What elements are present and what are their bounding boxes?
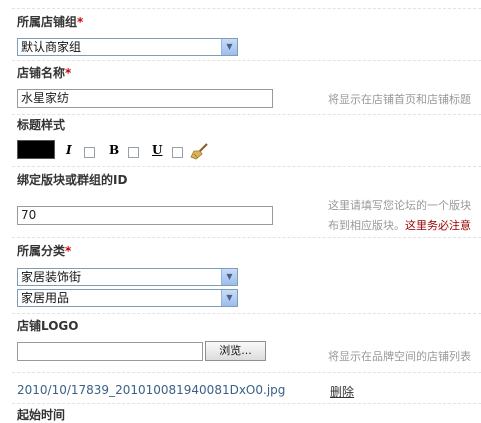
store-group-label: 所属店铺组* (17, 15, 84, 29)
row-divider (12, 372, 481, 373)
row-divider (12, 237, 481, 238)
logo-label: 店铺LOGO (17, 319, 79, 333)
row-divider (12, 166, 481, 167)
category-label: 所属分类* (17, 244, 72, 258)
required-mark: * (77, 15, 84, 29)
store-group-selected: 默认商家组 (21, 40, 82, 54)
delete-logo-link[interactable]: 删除 (330, 383, 354, 400)
chevron-down-icon[interactable]: ▼ (221, 39, 237, 55)
chevron-down-icon[interactable]: ▼ (221, 269, 237, 285)
store-name-input[interactable]: 水星家纺 (17, 89, 273, 108)
store-name-hint: 将显示在店铺首页和店铺标题 (328, 93, 471, 106)
underline-checkbox[interactable] (172, 147, 183, 158)
start-time-label: 起始时间 (17, 408, 66, 422)
broom-icon[interactable] (190, 142, 210, 160)
underline-label: U (152, 143, 163, 157)
browse-button[interactable]: 浏览... (205, 341, 266, 361)
store-group-select[interactable]: 默认商家组 ▼ (17, 38, 238, 56)
bind-id-label: 绑定版块或群组的ID (17, 173, 128, 187)
row-divider (12, 60, 481, 61)
row-divider (12, 8, 481, 9)
bind-id-input[interactable]: 70 (17, 206, 273, 225)
row-divider (12, 403, 481, 404)
row-divider (12, 313, 481, 314)
category-primary-selected: 家居装饰街 (21, 270, 82, 284)
italic-label: I (66, 143, 72, 157)
italic-checkbox[interactable] (84, 147, 95, 158)
current-logo-file-link[interactable]: 2010/10/17839_201010081940081DxO0.jpg (17, 383, 285, 397)
required-mark: * (65, 66, 72, 80)
bind-id-hint-line1: 这里请填写您论坛的一个版块 (328, 199, 471, 212)
title-style-label: 标题样式 (17, 118, 66, 132)
color-swatch[interactable] (17, 140, 55, 159)
logo-file-input[interactable] (17, 342, 203, 361)
logo-hint: 将显示在品牌空间的店铺列表 (328, 350, 471, 363)
store-name-label: 店铺名称* (17, 66, 72, 80)
row-divider (12, 114, 481, 115)
bind-id-hint-line2: 布到相应版块。这里务必注意 (328, 219, 471, 232)
category-secondary-select[interactable]: 家居用品 ▼ (17, 289, 238, 307)
bold-checkbox[interactable] (128, 147, 139, 158)
required-mark: * (65, 244, 72, 258)
chevron-down-icon[interactable]: ▼ (221, 290, 237, 306)
bold-label: B (109, 143, 120, 157)
bind-id-warning: 这里务必注意 (405, 219, 471, 232)
category-primary-select[interactable]: 家居装饰街 ▼ (17, 268, 238, 286)
category-secondary-selected: 家居用品 (21, 291, 70, 305)
